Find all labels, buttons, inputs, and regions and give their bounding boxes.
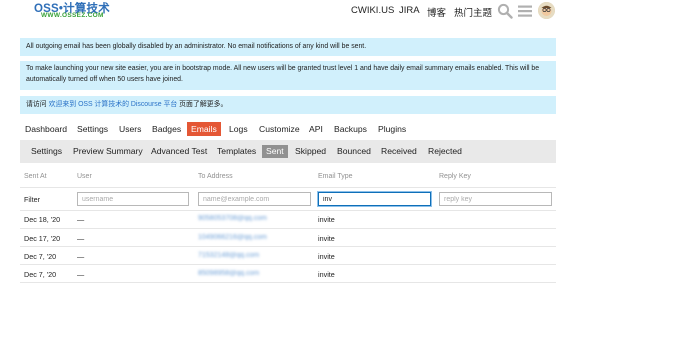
user-cell: — xyxy=(77,234,85,243)
nav-link-jira[interactable]: JIRA xyxy=(399,5,420,16)
tab-logs[interactable]: Logs xyxy=(225,122,252,136)
tab-dashboard[interactable]: Dashboard xyxy=(21,122,71,136)
divider xyxy=(20,282,556,283)
nav-link-blog[interactable]: 博客 xyxy=(427,5,446,19)
divider xyxy=(20,264,556,265)
col-to-address: To Address xyxy=(198,173,233,180)
email-subnav: Settings Preview Summary Advanced Test T… xyxy=(20,140,556,163)
tab-backups[interactable]: Backups xyxy=(330,122,371,136)
subtab-templates[interactable]: Templates xyxy=(213,145,260,158)
tab-api[interactable]: API xyxy=(305,122,327,136)
subtab-skipped[interactable]: Skipped xyxy=(291,145,330,158)
menu-icon[interactable] xyxy=(517,3,533,19)
site-header: OSS•计算技术 WWW.OSSEZ.COM CWIKI.US JIRA 博客 … xyxy=(0,0,690,24)
col-email-type: Email Type xyxy=(318,173,353,180)
sent-at-cell: Dec 18, '20 xyxy=(24,215,61,224)
nav-link-hot-topics[interactable]: 热门主题 xyxy=(454,5,492,19)
welcome-link[interactable]: 欢迎来到 OSS 计算技术的 Discourse 平台 xyxy=(49,101,178,108)
address-filter-input[interactable] xyxy=(198,192,311,206)
email-disabled-text: All outgoing email has been globally dis… xyxy=(26,43,367,50)
sent-at-cell: Dec 7, '20 xyxy=(24,252,57,261)
subtab-advanced-test[interactable]: Advanced Test xyxy=(147,145,211,158)
welcome-banner: 请访问 欢迎来到 OSS 计算技术的 Discourse 平台 页面了解更多。 xyxy=(20,96,556,114)
address-cell: 9058053708@qq.com xyxy=(198,215,267,222)
tab-customize[interactable]: Customize xyxy=(255,122,304,136)
search-icon[interactable] xyxy=(497,3,513,19)
divider xyxy=(20,210,556,211)
user-filter-input[interactable] xyxy=(77,192,189,206)
tab-users[interactable]: Users xyxy=(115,122,145,136)
email-type-cell: invite xyxy=(318,234,335,243)
logo-subtext: WWW.OSSEZ.COM xyxy=(41,12,104,19)
subtab-sent[interactable]: Sent xyxy=(262,145,288,158)
email-disabled-banner: All outgoing email has been globally dis… xyxy=(20,38,556,56)
subtab-bounced[interactable]: Bounced xyxy=(333,145,375,158)
subtab-rejected[interactable]: Rejected xyxy=(424,145,466,158)
email-type-cell: invite xyxy=(318,270,335,279)
tab-settings[interactable]: Settings xyxy=(73,122,112,136)
tab-plugins[interactable]: Plugins xyxy=(374,122,410,136)
email-type-filter-input[interactable] xyxy=(318,192,431,206)
avatar-icon[interactable] xyxy=(538,2,555,19)
address-cell: 85098958@qq.com xyxy=(198,270,260,277)
col-sent-at: Sent At xyxy=(24,173,47,180)
table-header: Sent At User To Address Email Type Reply… xyxy=(0,173,690,185)
divider xyxy=(20,246,556,247)
user-cell: — xyxy=(77,215,85,224)
subtab-preview-summary[interactable]: Preview Summary xyxy=(69,145,147,158)
tab-emails[interactable]: Emails xyxy=(187,122,221,136)
filter-label: Filter xyxy=(24,195,40,204)
col-user: User xyxy=(77,173,92,180)
sent-at-cell: Dec 17, '20 xyxy=(24,234,61,243)
email-type-cell: invite xyxy=(318,215,335,224)
subtab-received[interactable]: Received xyxy=(377,145,421,158)
sent-at-cell: Dec 7, '20 xyxy=(24,270,57,279)
bootstrap-mode-text: To make launching your new site easier, … xyxy=(26,65,540,83)
site-logo[interactable]: OSS•计算技术 WWW.OSSEZ.COM xyxy=(34,0,114,22)
address-cell: 71532148@qq.com xyxy=(198,252,260,259)
reply-key-filter-input[interactable] xyxy=(439,192,552,206)
welcome-suffix: 页面了解更多。 xyxy=(179,101,228,108)
welcome-prefix: 请访问 xyxy=(26,101,47,108)
divider xyxy=(20,228,556,229)
user-cell: — xyxy=(77,270,85,279)
address-cell: 1049066216@qq.com xyxy=(198,234,267,241)
tab-badges[interactable]: Badges xyxy=(148,122,185,136)
user-cell: — xyxy=(77,252,85,261)
nav-link-cwiki[interactable]: CWIKI.US xyxy=(351,5,394,16)
col-reply-key: Reply Key xyxy=(439,173,471,180)
divider xyxy=(20,187,556,188)
email-type-cell: invite xyxy=(318,252,335,261)
bootstrap-mode-banner: To make launching your new site easier, … xyxy=(20,61,556,90)
subtab-settings[interactable]: Settings xyxy=(27,145,66,158)
